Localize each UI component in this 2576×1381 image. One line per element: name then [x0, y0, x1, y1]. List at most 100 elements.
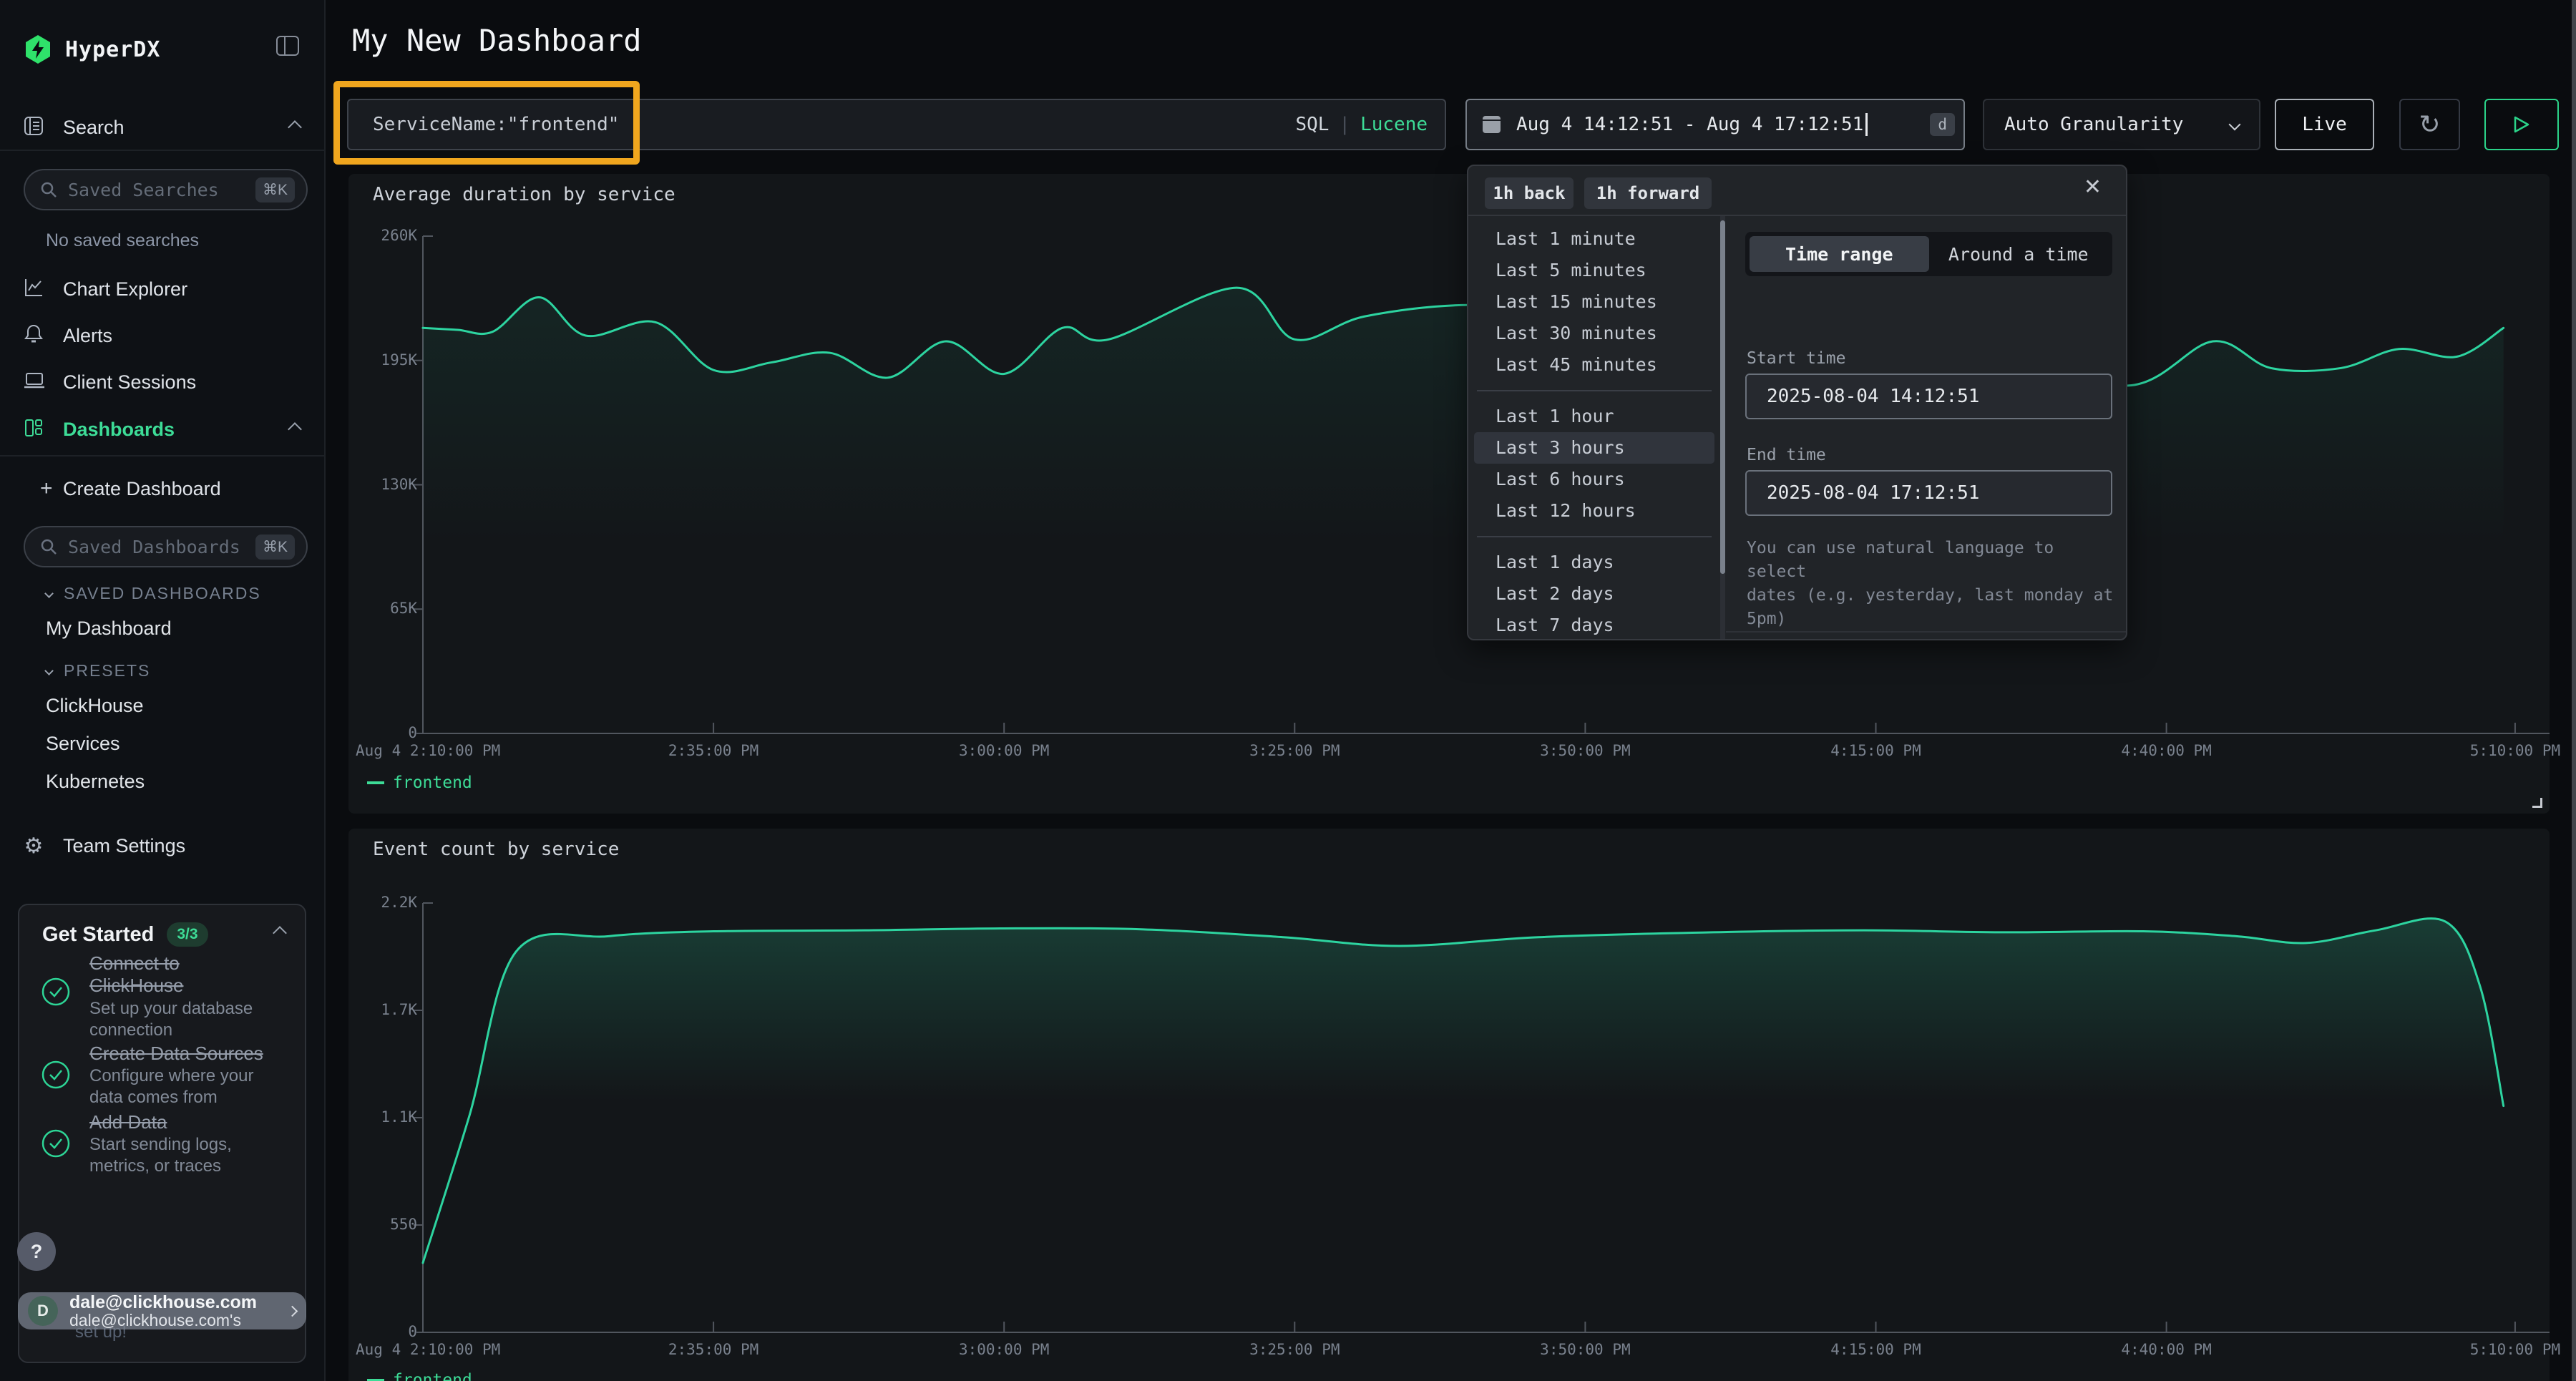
close-icon[interactable]: ✕	[2084, 175, 2102, 200]
section-title: SAVED DASHBOARDS	[64, 584, 261, 603]
sidebar-item-alerts[interactable]: Alerts	[0, 316, 326, 356]
time-range-option[interactable]: Last 7 days	[1474, 610, 1714, 640]
chevron-down-icon	[2229, 119, 2241, 131]
sidebar-collapse-icon[interactable]	[276, 36, 299, 56]
sidebar-item-chart-explorer[interactable]: Chart Explorer	[0, 269, 326, 309]
chart-explorer-icon	[24, 278, 44, 301]
chevron-down-icon	[44, 589, 54, 598]
plus-icon: +	[40, 477, 53, 501]
time-range-option[interactable]: Last 5 minutes	[1474, 255, 1714, 286]
app-title: HyperDX	[65, 37, 160, 62]
create-dashboard-button[interactable]: + Create Dashboard	[0, 469, 326, 509]
search-section-icon	[24, 116, 44, 140]
time-range-list: Last 1 minuteLast 5 minutesLast 15 minut…	[1468, 223, 1720, 640]
language-sql-toggle[interactable]: SQL	[1295, 114, 1329, 135]
tab-around-a-time[interactable]: Around a time	[1929, 236, 2109, 272]
shift-forward-button[interactable]: 1h forward	[1584, 177, 1712, 209]
time-range-option[interactable]: Last 45 minutes	[1474, 349, 1714, 381]
legend-dash-icon	[367, 781, 384, 784]
date-shortcut-badge: d	[1930, 113, 1955, 136]
run-query-button[interactable]	[2484, 99, 2559, 150]
chart-title: Average duration by service	[373, 184, 675, 205]
gear-icon: ⚙	[24, 834, 44, 859]
sidebar-item-label: Client Sessions	[63, 371, 196, 394]
refresh-button[interactable]: ↻	[2399, 99, 2460, 150]
section-title: PRESETS	[64, 661, 150, 680]
user-workspace: dale@clickhouse.com's	[69, 1312, 288, 1329]
time-picker-tabs: Time range Around a time	[1745, 232, 2112, 276]
refresh-icon: ↻	[2419, 109, 2440, 140]
chevron-up-icon	[288, 120, 302, 135]
saved-dashboard-link[interactable]: My Dashboard	[0, 610, 326, 648]
time-range-option[interactable]: Last 6 hours	[1474, 464, 1714, 495]
panel-resize-handle[interactable]	[2532, 798, 2542, 808]
shift-back-button[interactable]: 1h back	[1485, 177, 1574, 209]
divider	[1726, 631, 2127, 633]
page-title: My New Dashboard	[352, 23, 642, 58]
calendar-icon	[1483, 116, 1501, 133]
bell-icon	[24, 323, 44, 348]
saved-searches-input[interactable]: Saved Searches ⌘K	[24, 169, 308, 210]
sidebar-item-label: Dashboards	[63, 419, 175, 441]
chevron-up-icon[interactable]	[273, 926, 287, 940]
sidebar-item-search[interactable]: Search	[0, 107, 326, 147]
end-time-input[interactable]: 2025-08-04 17:12:51	[1745, 470, 2112, 516]
language-lucene-toggle[interactable]: Lucene	[1360, 114, 1428, 135]
time-range-option[interactable]: Last 2 days	[1474, 578, 1714, 610]
check-circle-icon	[41, 1060, 71, 1093]
sidebar-item-label: Alerts	[63, 325, 112, 347]
sidebar-item-dashboards[interactable]: Dashboards	[0, 409, 326, 449]
time-picker-popup: 1h back 1h forward ✕ Last 1 minuteLast 5…	[1467, 165, 2127, 640]
chart-legend[interactable]: frontend	[367, 774, 472, 792]
shortcut-badge: ⌘K	[255, 177, 295, 202]
preset-dashboard-link[interactable]: ClickHouse	[0, 687, 326, 725]
legend-label: frontend	[393, 774, 472, 792]
chart-title: Event count by service	[373, 839, 619, 860]
checklist-item-title[interactable]: Create Data Sources	[89, 1043, 263, 1065]
time-range-option[interactable]: Last 12 hours	[1474, 495, 1714, 527]
time-range-option[interactable]: Last 30 minutes	[1474, 318, 1714, 349]
time-range-option[interactable]: Last 1 days	[1474, 547, 1714, 578]
time-range-option[interactable]: Last 1 minute	[1474, 223, 1714, 255]
time-range-option[interactable]: Last 15 minutes	[1474, 286, 1714, 318]
check-circle-icon	[41, 1128, 71, 1162]
granularity-select[interactable]: Auto Granularity	[1983, 99, 2260, 150]
help-button[interactable]: ?	[17, 1232, 56, 1271]
avatar: D	[28, 1296, 58, 1326]
start-time-input[interactable]: 2025-08-04 14:12:51	[1745, 374, 2112, 419]
legend-label: frontend	[393, 1371, 472, 1381]
page-scrollbar[interactable]	[2572, 0, 2576, 1381]
chart-legend[interactable]: frontend	[367, 1371, 472, 1381]
sidebar: HyperDX Search Saved Searches ⌘K No save…	[0, 0, 326, 1381]
search-icon	[39, 537, 58, 556]
live-button[interactable]: Live	[2275, 99, 2374, 150]
time-range-option[interactable]: Last 3 hours	[1474, 432, 1714, 464]
sidebar-item-team-settings[interactable]: ⚙ Team Settings	[0, 826, 326, 866]
hyperdx-app: Average duration by service frontend Eve…	[0, 0, 2576, 1381]
dashboards-grid-icon	[24, 418, 44, 441]
tab-time-range[interactable]: Time range	[1750, 236, 1929, 272]
checklist-item-title[interactable]: Add Data	[89, 1111, 167, 1133]
section-saved-dashboards[interactable]: SAVED DASHBOARDS	[46, 584, 261, 603]
user-email: dale@clickhouse.com	[69, 1293, 288, 1312]
get-started-progress-badge: 3/3	[167, 922, 208, 947]
divider	[1477, 536, 1712, 537]
saved-searches-placeholder: Saved Searches	[68, 180, 255, 200]
chevron-up-icon	[288, 422, 302, 436]
divider	[1477, 390, 1712, 391]
help-label: ?	[31, 1241, 43, 1263]
user-account-chip[interactable]: D dale@clickhouse.com dale@clickhouse.co…	[18, 1292, 306, 1329]
search-query-input[interactable]: ServiceName:"frontend" SQL | Lucene	[347, 99, 1446, 150]
time-range-option[interactable]: Last 1 hour	[1474, 401, 1714, 432]
preset-dashboard-link[interactable]: Services	[0, 725, 326, 763]
scrollbar-thumb[interactable]	[1720, 220, 1725, 574]
checklist-item-title[interactable]: Connect to ClickHouse	[89, 952, 184, 997]
section-presets[interactable]: PRESETS	[46, 661, 150, 680]
sidebar-item-client-sessions[interactable]: Client Sessions	[0, 362, 326, 402]
language-separator: |	[1339, 114, 1350, 135]
preset-dashboard-link[interactable]: Kubernetes	[0, 763, 326, 801]
date-range-value: Aug 4 14:12:51 - Aug 4 17:12:51	[1516, 114, 1863, 135]
end-time-label: End time	[1747, 446, 1826, 464]
saved-dashboards-input[interactable]: Saved Dashboards ⌘K	[24, 526, 308, 567]
date-range-input[interactable]: Aug 4 14:12:51 - Aug 4 17:12:51 d	[1465, 99, 1965, 150]
